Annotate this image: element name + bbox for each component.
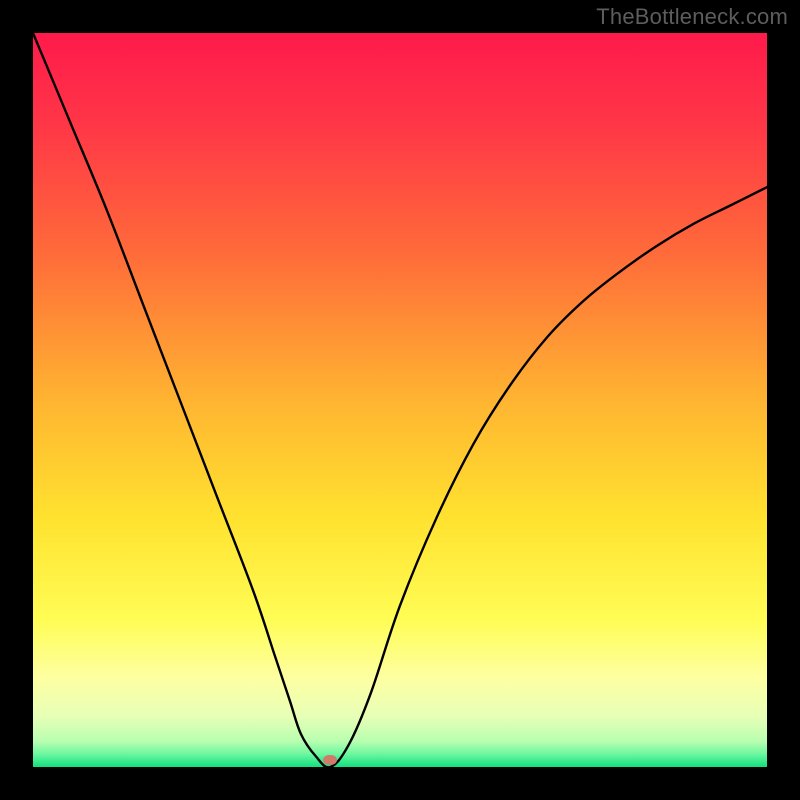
plot-area [33,33,767,767]
bottleneck-curve [33,33,767,767]
watermark-text: TheBottleneck.com [596,4,788,30]
optimum-marker [323,755,337,765]
chart-frame: TheBottleneck.com [0,0,800,800]
